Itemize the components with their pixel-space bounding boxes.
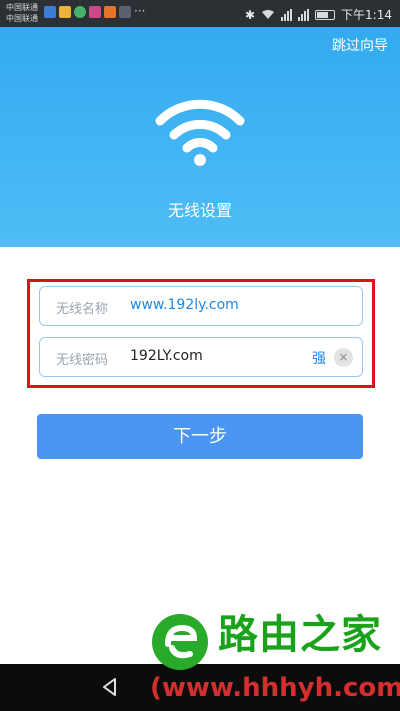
password-label: 无线密码 [56, 353, 109, 368]
wifi-icon [155, 99, 245, 166]
status-bar: 中国联通 中国联通 ··· ✱ 下午1:14 [0, 0, 400, 27]
password-strength: 强 [312, 351, 326, 367]
status-indicators: ✱ 下午1:14 [245, 6, 392, 23]
ssid-value[interactable]: www.192ly.com [130, 297, 239, 313]
app-notification-icon [74, 6, 86, 18]
ssid-field[interactable]: 无线名称 www.192ly.com [39, 286, 363, 326]
watermark-url: (www.hhhyh.com) [150, 673, 400, 703]
watermark-logo [152, 614, 208, 670]
carrier-2: 中国联通 [6, 14, 38, 23]
next-button[interactable]: 下一步 [37, 414, 363, 459]
highlight-box: 无线名称 www.192ly.com 无线密码 192LY.com 强 × [27, 279, 375, 388]
app-notification-icon [104, 6, 116, 18]
app-notification-icon [44, 6, 56, 18]
signal-icon [281, 8, 293, 21]
password-value[interactable]: 192LY.com [130, 348, 203, 364]
app-notification-icon [89, 6, 101, 18]
clock: 下午1:14 [341, 8, 392, 22]
page-title: 无线设置 [167, 201, 232, 220]
carrier-1: 中国联通 [6, 3, 38, 12]
watermark-brand: 路由之家 [218, 612, 382, 658]
battery-icon [315, 9, 336, 20]
screen: 中国联通 中国联通 ··· ✱ 下午1:14 跳过向导 无线设置 无线名称 ww… [0, 0, 400, 711]
signal-icon-2 [298, 8, 310, 21]
back-icon[interactable] [100, 677, 120, 697]
lock-icon [119, 6, 131, 18]
header: 跳过向导 无线设置 [0, 27, 400, 247]
notification-icons: ··· [44, 4, 146, 18]
carrier-labels: 中国联通 中国联通 [6, 2, 38, 24]
ssid-label: 无线名称 [56, 302, 109, 317]
app-notification-icon [59, 6, 71, 18]
skip-wizard-link[interactable]: 跳过向导 [332, 35, 388, 55]
bluetooth-icon: ✱ [244, 7, 256, 22]
password-field[interactable]: 无线密码 192LY.com 强 × [39, 337, 363, 377]
wifi-status-icon [262, 10, 275, 19]
clear-icon[interactable]: × [334, 348, 353, 367]
more-icon: ··· [134, 4, 146, 18]
